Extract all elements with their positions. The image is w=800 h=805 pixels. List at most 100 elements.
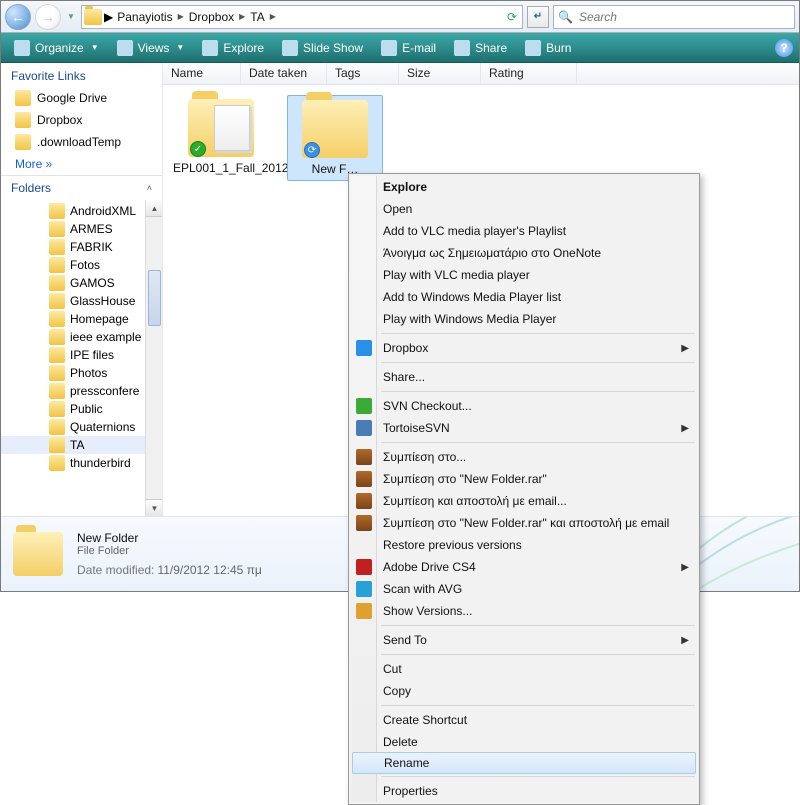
context-menu-item[interactable]: Create Shortcut — [351, 709, 697, 731]
context-menu-item[interactable]: Play with Windows Media Player — [351, 308, 697, 330]
breadcrumb-segment[interactable]: TA▶ — [248, 10, 279, 24]
nav-history-chevron[interactable]: ▼ — [65, 12, 77, 21]
context-menu-item[interactable]: Add to VLC media player's Playlist — [351, 220, 697, 242]
context-menu-label: Create Shortcut — [383, 713, 467, 727]
rar-icon — [356, 515, 372, 531]
folder-icon — [15, 90, 31, 106]
context-menu-item[interactable]: Άνοιγμα ως Σημειωματάριο στο OneNote — [351, 242, 697, 264]
folder-icon: ⟳ — [302, 100, 368, 158]
context-menu-item[interactable]: Play with VLC media player — [351, 264, 697, 286]
folders-header[interactable]: Folders˄ — [1, 175, 162, 200]
tree-item[interactable]: IPE files — [1, 346, 162, 364]
tree-item[interactable]: ieee example — [1, 328, 162, 346]
burn-icon — [525, 40, 541, 56]
tree-item[interactable]: FABRIK — [1, 238, 162, 256]
tree-item[interactable]: GlassHouse — [1, 292, 162, 310]
tree-scrollbar[interactable]: ▲ ▼ — [145, 200, 162, 516]
favorite-link[interactable]: Google Drive — [1, 87, 162, 109]
folder-icon — [13, 532, 63, 576]
chevron-down-icon: ▼ — [176, 43, 184, 52]
context-menu-item[interactable]: Scan with AVG — [351, 578, 697, 600]
tree-item[interactable]: Fotos — [1, 256, 162, 274]
tree-item[interactable]: ARMES — [1, 220, 162, 238]
scroll-thumb[interactable] — [148, 270, 161, 326]
context-menu-label: TortoiseSVN — [383, 421, 450, 435]
context-menu-item[interactable]: Dropbox▶ — [351, 337, 697, 359]
context-menu-item[interactable]: Show Versions... — [351, 600, 697, 622]
search-box[interactable]: 🔍 — [553, 5, 795, 29]
tree-item[interactable]: TA — [1, 436, 162, 454]
column-header-cell[interactable]: Date taken — [241, 63, 327, 84]
context-menu-item[interactable]: Properties — [351, 780, 697, 802]
tree-item[interactable]: GAMOS — [1, 274, 162, 292]
context-menu-label: SVN Checkout... — [383, 399, 472, 413]
avg-icon — [356, 581, 372, 597]
context-menu-item[interactable]: Explore — [351, 176, 697, 198]
context-menu-item[interactable]: Rename — [352, 752, 696, 774]
breadcrumb-segment[interactable]: Dropbox▶ — [187, 10, 249, 24]
nav-forward-button[interactable]: → — [35, 4, 61, 30]
context-menu-item[interactable]: Copy — [351, 680, 697, 702]
context-menu-item[interactable]: Συμπίεση στο... — [351, 446, 697, 468]
context-menu-item[interactable]: Cut — [351, 658, 697, 680]
help-icon[interactable]: ? — [775, 39, 793, 57]
favorite-label: Google Drive — [37, 91, 107, 105]
tree-item[interactable]: Public — [1, 400, 162, 418]
search-input[interactable] — [577, 9, 790, 25]
context-menu-item[interactable]: Adobe Drive CS4▶ — [351, 556, 697, 578]
context-menu-item[interactable]: Add to Windows Media Player list — [351, 286, 697, 308]
context-menu-item[interactable]: Open — [351, 198, 697, 220]
explore-button[interactable]: Explore — [195, 37, 271, 59]
context-menu-separator — [381, 776, 695, 777]
context-menu-item[interactable]: Restore previous versions — [351, 534, 697, 556]
shver-icon — [356, 603, 372, 619]
favorite-link[interactable]: .downloadTemp — [1, 131, 162, 153]
burn-button[interactable]: Burn — [518, 37, 578, 59]
column-header-cell[interactable]: Rating — [481, 63, 577, 84]
context-menu-item[interactable]: Συμπίεση στο "New Folder.rar" — [351, 468, 697, 490]
context-menu-label: Add to VLC media player's Playlist — [383, 224, 566, 238]
tree-label: Quaternions — [70, 420, 135, 434]
folder-icon — [49, 203, 65, 219]
context-menu-label: Play with Windows Media Player — [383, 312, 556, 326]
tree-item[interactable]: AndroidXML — [1, 202, 162, 220]
details-title: New Folder — [77, 531, 262, 545]
share-button[interactable]: Share — [447, 37, 514, 59]
organize-button[interactable]: Organize▼ — [7, 37, 106, 59]
tree-item[interactable]: Homepage — [1, 310, 162, 328]
column-header-cell[interactable]: Tags — [327, 63, 399, 84]
nav-back-button[interactable]: ← — [5, 4, 31, 30]
views-button[interactable]: Views▼ — [110, 37, 192, 59]
breadcrumb[interactable]: ▶ Panayiotis▶Dropbox▶TA▶ ⟳ — [81, 5, 523, 29]
navigation-pane: Favorite Links Google DriveDropbox.downl… — [1, 63, 163, 516]
column-header-cell[interactable]: Size — [399, 63, 481, 84]
context-menu-item[interactable]: Συμπίεση στο "New Folder.rar" και αποστο… — [351, 512, 697, 534]
tree-item[interactable]: Photos — [1, 364, 162, 382]
context-menu-item[interactable]: Συμπίεση και αποστολή με email... — [351, 490, 697, 512]
slideshow-button[interactable]: Slide Show — [275, 37, 370, 59]
command-bar: Organize▼ Views▼ Explore Slide Show E-ma… — [1, 33, 799, 63]
tree-label: GAMOS — [70, 276, 115, 290]
context-menu-item[interactable]: TortoiseSVN▶ — [351, 417, 697, 439]
file-item[interactable]: ⟳New F… — [287, 95, 383, 181]
breadcrumb-segment[interactable]: Panayiotis▶ — [115, 10, 187, 24]
favorites-more[interactable]: More » — [1, 153, 162, 175]
tree-item[interactable]: thunderbird — [1, 454, 162, 472]
context-menu-item[interactable]: Delete — [351, 731, 697, 753]
context-menu-item[interactable]: SVN Checkout... — [351, 395, 697, 417]
context-menu-separator — [381, 333, 695, 334]
refresh-icon[interactable]: ⟳ — [504, 10, 520, 24]
file-item[interactable]: ✓EPL001_1_Fall_2012 — [173, 95, 269, 179]
column-header-cell[interactable]: Name — [163, 63, 241, 84]
scroll-down-icon[interactable]: ▼ — [146, 499, 162, 516]
favorite-link[interactable]: Dropbox — [1, 109, 162, 131]
context-menu-label: Συμπίεση στο "New Folder.rar" — [383, 472, 547, 486]
email-button[interactable]: E-mail — [374, 37, 443, 59]
context-menu-item[interactable]: Share... — [351, 366, 697, 388]
context-menu-separator — [381, 391, 695, 392]
tree-item[interactable]: pressconfere — [1, 382, 162, 400]
tree-item[interactable]: Quaternions — [1, 418, 162, 436]
context-menu-item[interactable]: Send To▶ — [351, 629, 697, 651]
scroll-up-icon[interactable]: ▲ — [146, 200, 162, 217]
go-button[interactable]: ↵ — [527, 6, 549, 28]
